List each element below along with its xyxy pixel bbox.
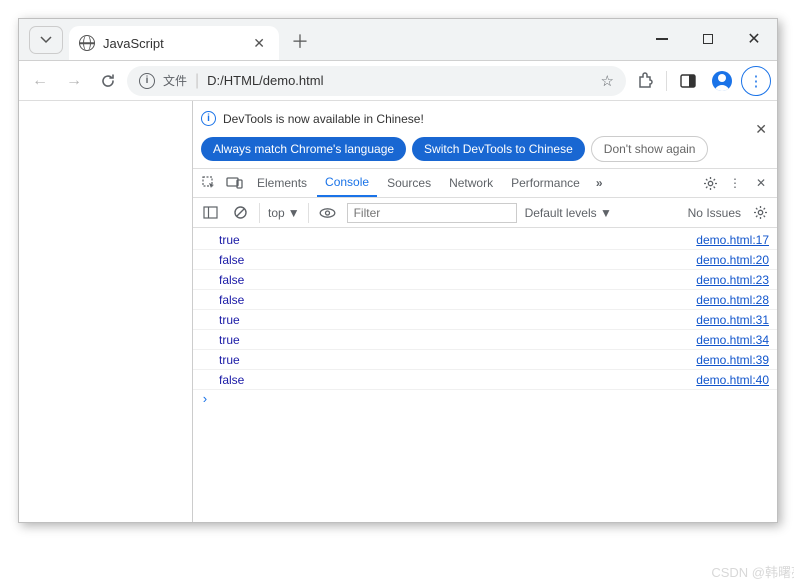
globe-icon bbox=[79, 35, 95, 51]
content-area: i DevTools is now available in Chinese! … bbox=[19, 101, 777, 522]
address-bar[interactable]: i 文件 | D:/HTML/demo.html ☆ bbox=[127, 66, 626, 96]
browser-window: JavaScript ✕ ＋ ✕ ← → i 文件 | D:/HTML/demo… bbox=[18, 18, 778, 523]
extensions-button[interactable] bbox=[630, 66, 660, 96]
console-value: true bbox=[219, 353, 240, 367]
console-row: true demo.html:31 bbox=[193, 310, 777, 330]
info-icon: i bbox=[201, 111, 216, 126]
tab-search-button[interactable] bbox=[29, 26, 63, 54]
live-expression-button[interactable] bbox=[317, 202, 339, 224]
devtools-panel: i DevTools is now available in Chinese! … bbox=[193, 101, 777, 522]
reload-button[interactable] bbox=[93, 66, 123, 96]
console-source-link[interactable]: demo.html:39 bbox=[696, 353, 769, 367]
console-source-link[interactable]: demo.html:34 bbox=[696, 333, 769, 347]
console-value: true bbox=[219, 233, 240, 247]
console-source-link[interactable]: demo.html:40 bbox=[696, 373, 769, 387]
console-sidebar-toggle[interactable] bbox=[199, 202, 221, 224]
console-row: true demo.html:34 bbox=[193, 330, 777, 350]
console-row: false demo.html:28 bbox=[193, 290, 777, 310]
close-window-button[interactable]: ✕ bbox=[731, 18, 777, 60]
console-value: false bbox=[219, 273, 244, 287]
tab-network[interactable]: Network bbox=[441, 169, 501, 197]
bookmark-star-icon[interactable]: ☆ bbox=[601, 72, 614, 90]
console-row: true demo.html:17 bbox=[193, 230, 777, 250]
page-viewport bbox=[19, 101, 193, 522]
console-prompt[interactable]: › bbox=[193, 390, 777, 409]
dont-show-button[interactable]: Don't show again bbox=[591, 136, 709, 162]
tab-title: JavaScript bbox=[103, 36, 249, 51]
console-row: false demo.html:23 bbox=[193, 270, 777, 290]
profile-button[interactable] bbox=[707, 66, 737, 96]
window-controls: ✕ bbox=[639, 18, 777, 60]
devtools-close-button[interactable]: ✕ bbox=[749, 171, 773, 195]
devtools-tabs: Elements Console Sources Network Perform… bbox=[193, 168, 777, 198]
back-button[interactable]: ← bbox=[25, 66, 55, 96]
chrome-menu-button[interactable]: ⋮ bbox=[741, 66, 771, 96]
banner-message: DevTools is now available in Chinese! bbox=[223, 112, 424, 126]
toolbar-divider bbox=[259, 203, 260, 223]
console-row: true demo.html:39 bbox=[193, 350, 777, 370]
console-row: false demo.html:20 bbox=[193, 250, 777, 270]
language-banner: i DevTools is now available in Chinese! … bbox=[193, 101, 777, 168]
tab-sources[interactable]: Sources bbox=[379, 169, 439, 197]
console-value: false bbox=[219, 253, 244, 267]
console-source-link[interactable]: demo.html:31 bbox=[696, 313, 769, 327]
browser-toolbar: ← → i 文件 | D:/HTML/demo.html ☆ ⋮ bbox=[19, 61, 777, 101]
url-text: D:/HTML/demo.html bbox=[207, 73, 592, 88]
console-source-link[interactable]: demo.html:17 bbox=[696, 233, 769, 247]
console-source-link[interactable]: demo.html:28 bbox=[696, 293, 769, 307]
side-panel-button[interactable] bbox=[673, 66, 703, 96]
toolbar-divider bbox=[666, 71, 667, 91]
devtools-menu-button[interactable]: ⋮ bbox=[723, 171, 747, 195]
log-levels-dropdown[interactable]: Default levels ▼ bbox=[525, 206, 612, 220]
toolbar-divider bbox=[308, 203, 309, 223]
clear-console-button[interactable] bbox=[229, 202, 251, 224]
watermark: CSDN @韩曙亮 bbox=[711, 562, 794, 581]
match-language-button[interactable]: Always match Chrome's language bbox=[201, 137, 406, 161]
close-tab-button[interactable]: ✕ bbox=[249, 33, 269, 54]
minimize-button[interactable] bbox=[639, 18, 685, 60]
new-tab-button[interactable]: ＋ bbox=[285, 26, 315, 56]
issues-counter[interactable]: No Issues bbox=[688, 206, 741, 220]
switch-language-button[interactable]: Switch DevTools to Chinese bbox=[412, 137, 585, 161]
console-value: false bbox=[219, 373, 244, 387]
url-scheme-label: 文件 bbox=[163, 72, 187, 89]
console-settings-button[interactable] bbox=[749, 202, 771, 224]
console-output: true demo.html:17 false demo.html:20 false de… bbox=[193, 228, 777, 522]
devtools-settings-button[interactable] bbox=[699, 172, 721, 194]
avatar-icon bbox=[712, 71, 732, 91]
more-tabs-button[interactable]: » bbox=[590, 176, 609, 190]
console-value: true bbox=[219, 333, 240, 347]
tab-elements[interactable]: Elements bbox=[249, 169, 315, 197]
banner-close-button[interactable]: ✕ bbox=[755, 121, 767, 138]
site-info-icon[interactable]: i bbox=[139, 73, 155, 89]
url-divider: | bbox=[195, 72, 199, 90]
device-toolbar-icon[interactable] bbox=[223, 171, 247, 195]
forward-button[interactable]: → bbox=[59, 66, 89, 96]
tab-console[interactable]: Console bbox=[317, 169, 377, 197]
browser-tab[interactable]: JavaScript ✕ bbox=[69, 26, 279, 60]
console-row: false demo.html:40 bbox=[193, 370, 777, 390]
inspect-icon[interactable] bbox=[197, 171, 221, 195]
context-selector[interactable]: top ▼ bbox=[268, 206, 300, 220]
tab-performance[interactable]: Performance bbox=[503, 169, 588, 197]
maximize-button[interactable] bbox=[685, 18, 731, 60]
console-source-link[interactable]: demo.html:23 bbox=[696, 273, 769, 287]
filter-input[interactable] bbox=[347, 203, 517, 223]
title-bar: JavaScript ✕ ＋ ✕ bbox=[19, 19, 777, 61]
console-value: true bbox=[219, 313, 240, 327]
console-value: false bbox=[219, 293, 244, 307]
console-source-link[interactable]: demo.html:20 bbox=[696, 253, 769, 267]
console-toolbar: top ▼ Default levels ▼ No Issues bbox=[193, 198, 777, 228]
